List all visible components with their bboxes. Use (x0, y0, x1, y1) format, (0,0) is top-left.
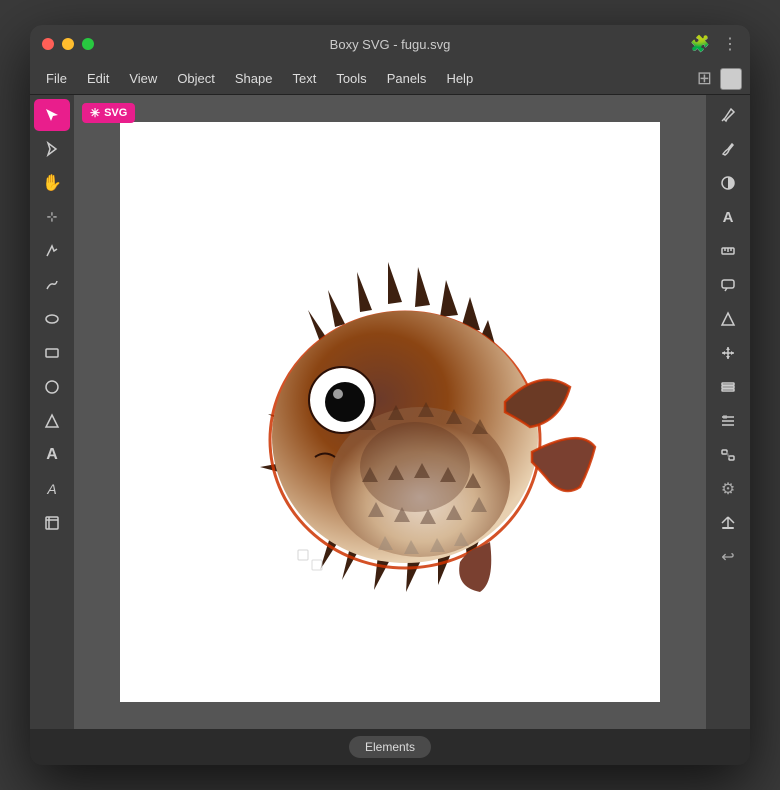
minimize-button[interactable] (62, 38, 74, 50)
maximize-button[interactable] (82, 38, 94, 50)
pan-tool[interactable]: ✋ (34, 167, 70, 199)
text-styling-tool[interactable]: A (710, 201, 746, 233)
frame-tool[interactable] (34, 507, 70, 539)
brush-tool[interactable] (710, 133, 746, 165)
undo-tool[interactable]: ↩ (710, 541, 746, 573)
menu-edit[interactable]: Edit (79, 68, 117, 89)
node-tool[interactable] (34, 133, 70, 165)
main-area: ✋ ⊹ A A (30, 95, 750, 729)
text-tool[interactable]: A (34, 439, 70, 471)
bottom-bar: Elements (30, 729, 750, 765)
move-tool[interactable] (710, 337, 746, 369)
align-tool[interactable] (710, 405, 746, 437)
close-button[interactable] (42, 38, 54, 50)
fish-svg (150, 172, 630, 652)
badge-label: SVG (104, 107, 127, 119)
puzzle-icon[interactable]: 🧩 (690, 34, 710, 54)
elements-label[interactable]: Elements (349, 736, 431, 758)
eyedropper-tool[interactable] (710, 99, 746, 131)
ellipse-tool[interactable] (34, 303, 70, 335)
ruler-tool[interactable] (710, 235, 746, 267)
pen-tool[interactable] (34, 235, 70, 267)
export-tool[interactable] (710, 507, 746, 539)
menu-object[interactable]: Object (169, 68, 223, 89)
triangle-tool[interactable] (34, 405, 70, 437)
layers-tool[interactable] (710, 371, 746, 403)
text-alt-tool[interactable]: A (34, 473, 70, 505)
titlebar-actions: 🧩 ⋮ (690, 34, 738, 54)
more-icon[interactable]: ⋮ (722, 34, 738, 54)
menu-panels[interactable]: Panels (379, 68, 435, 89)
contrast-tool[interactable] (710, 167, 746, 199)
panel-toggle-icon[interactable]: ⊞ (697, 68, 712, 89)
comment-tool[interactable] (710, 269, 746, 301)
pencil-tool[interactable] (34, 269, 70, 301)
menu-help[interactable]: Help (438, 68, 481, 89)
settings-tool[interactable]: ⚙ (710, 473, 746, 505)
color-swatch[interactable] (720, 68, 742, 90)
titlebar: Boxy SVG - fugu.svg 🧩 ⋮ (30, 25, 750, 63)
transform-tool[interactable]: ⊹ (34, 201, 70, 233)
canvas-area[interactable]: ✳ SVG (74, 95, 706, 729)
left-toolbar: ✋ ⊹ A A (30, 95, 74, 729)
circle-tool[interactable] (34, 371, 70, 403)
app-window: Boxy SVG - fugu.svg 🧩 ⋮ File Edit View O… (30, 25, 750, 765)
rectangle-tool[interactable] (34, 337, 70, 369)
pointer-tool[interactable] (34, 99, 70, 131)
svg-badge: ✳ SVG (82, 103, 135, 123)
canvas-content (120, 122, 660, 702)
menu-text[interactable]: Text (284, 68, 324, 89)
right-toolbar: A ⚙ (706, 95, 750, 729)
menu-shape[interactable]: Shape (227, 68, 281, 89)
shape-triangle-tool[interactable] (710, 303, 746, 335)
menu-tools[interactable]: Tools (328, 68, 374, 89)
window-title: Boxy SVG - fugu.svg (330, 37, 451, 52)
menubar: File Edit View Object Shape Text Tools P… (30, 63, 750, 95)
menu-view[interactable]: View (121, 68, 165, 89)
badge-star-icon: ✳ (90, 106, 100, 120)
distribute-tool[interactable] (710, 439, 746, 471)
traffic-lights (42, 38, 94, 50)
menubar-right: ⊞ (697, 68, 742, 90)
menu-file[interactable]: File (38, 68, 75, 89)
